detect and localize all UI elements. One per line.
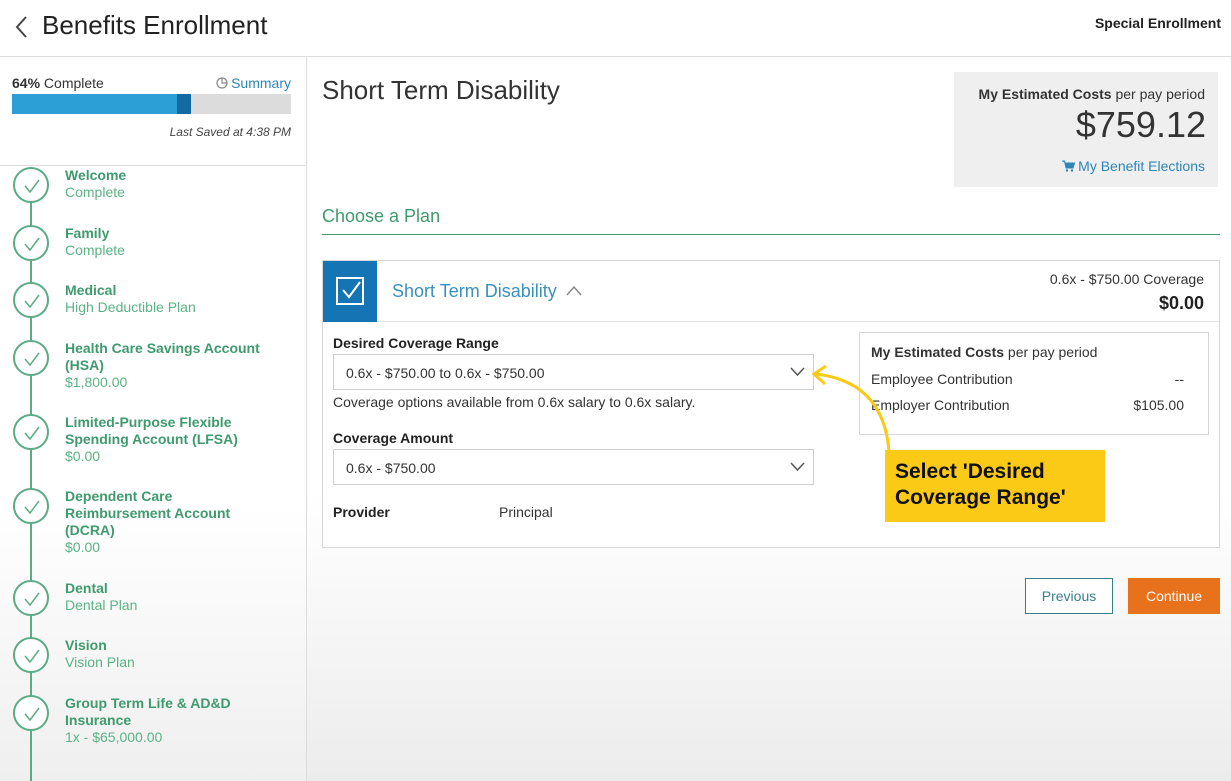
chevron-up-icon — [566, 285, 582, 296]
employee-contribution-row: Employee Contribution -- — [871, 371, 1184, 387]
coverage-range-label: Desired Coverage Range — [333, 335, 499, 351]
step-complete-icon — [13, 488, 49, 524]
step-title: Health Care Savings Account (HSA) $1,800.… — [65, 340, 280, 391]
progress-complete-label: Complete — [43, 75, 104, 91]
coverage-amount-value: 0.6x - $750.00 — [346, 460, 436, 476]
employer-contribution-value: $105.00 — [1133, 397, 1184, 413]
step-title-text: Dental — [65, 580, 108, 596]
pie-chart-icon — [216, 77, 228, 89]
plan-estimated-costs-title: My Estimated Costs per pay period — [871, 344, 1097, 360]
plan-coverage-summary: 0.6x - $750.00 Coverage — [1049, 271, 1204, 287]
summary-link[interactable]: Summary — [216, 75, 291, 91]
step-complete-icon — [13, 414, 49, 450]
coverage-range-value: 0.6x - $750.00 to 0.6x - $750.00 — [346, 365, 545, 381]
enrollment-mode: Special Enrollment — [1094, 15, 1221, 31]
step-title-text: Group Term Life & AD&D Insurance — [65, 695, 231, 728]
coverage-range-hint: Coverage options available from 0.6x sal… — [333, 394, 696, 410]
step-status: Complete — [65, 242, 125, 258]
plan-estimated-costs-title-rest: per pay period — [1004, 344, 1098, 360]
step-complete-icon — [13, 340, 49, 376]
estimated-costs-panel: My Estimated Costs per pay period $759.1… — [954, 72, 1218, 187]
step-title: Family Complete — [65, 225, 280, 259]
last-saved: Last Saved at 4:38 PM — [169, 125, 291, 139]
step-status: $0.00 — [65, 448, 101, 464]
step-status: Complete — [65, 184, 125, 200]
step-title: Vision Vision Plan — [65, 637, 280, 671]
app-header: Benefits Enrollment Special Enrollment — [0, 0, 1231, 57]
employer-contribution-row: Employer Contribution $105.00 — [871, 397, 1184, 413]
plan-name: Short Term Disability — [392, 281, 557, 301]
plan-price: $0.00 — [1158, 293, 1204, 313]
step-title-text: Welcome — [65, 167, 127, 183]
step-status: Dental Plan — [65, 597, 138, 613]
benefit-elections-link[interactable]: My Benefit Elections — [1062, 158, 1205, 174]
choose-plan-heading: Choose a Plan — [322, 206, 441, 226]
employee-contribution-value: -- — [1174, 371, 1184, 387]
benefit-elections-label: My Benefit Elections — [1078, 158, 1205, 174]
progress-bar — [12, 94, 291, 114]
check-icon — [342, 281, 361, 299]
step-title-text: Dependent Care Reimbursement Account (DC… — [65, 488, 231, 538]
progress-panel: 64% Complete Summary Last Saved at 4:38 … — [0, 57, 306, 166]
step-title: Welcome Complete — [65, 167, 280, 201]
chevron-down-icon — [790, 462, 805, 472]
progress-bar-fill — [12, 94, 191, 114]
progress-percent-value: 64% — [12, 75, 41, 91]
chevron-down-icon — [790, 367, 805, 377]
provider-label: Provider — [333, 504, 390, 520]
main-content: Short Term Disability My Estimated Costs… — [307, 57, 1231, 781]
continue-button[interactable]: Continue — [1128, 578, 1220, 614]
step-title-text: Vision — [65, 637, 107, 653]
estimated-costs-label: My Estimated Costs per pay period — [979, 86, 1205, 102]
callout-line-2: Coverage Range' — [895, 486, 1066, 509]
step-status: $0.00 — [65, 539, 101, 555]
tutorial-callout: Select 'Desired Coverage Range' — [885, 450, 1105, 522]
callout-arrow — [811, 364, 891, 453]
coverage-range-select[interactable]: 0.6x - $750.00 to 0.6x - $750.00 — [333, 354, 814, 390]
plan-name-toggle[interactable]: Short Term Disability — [392, 281, 583, 302]
coverage-amount-select[interactable]: 0.6x - $750.00 — [333, 449, 814, 485]
page-title: Short Term Disability — [322, 75, 560, 105]
plan-estimated-costs: My Estimated Costs per pay period Employ… — [859, 332, 1209, 435]
heading-divider — [322, 234, 1220, 235]
progress-percent: 64% Complete — [12, 75, 104, 91]
step-title-text: Medical — [65, 282, 117, 298]
step-status: High Deductible Plan — [65, 299, 196, 315]
plan-estimated-costs-title-bold: My Estimated Costs — [871, 344, 1005, 360]
step-title: Medical High Deductible Plan — [65, 282, 280, 316]
step-complete-icon — [13, 695, 49, 731]
estimated-costs-label-rest: per pay period — [1111, 86, 1205, 102]
step-complete-icon — [13, 282, 49, 318]
step-title: Dental Dental Plan — [65, 580, 280, 614]
callout-text: Select 'Desired Coverage Range' — [895, 459, 1066, 511]
progress-bar-marker — [177, 94, 191, 114]
chevron-left-icon[interactable] — [12, 14, 32, 40]
coverage-amount-label: Coverage Amount — [333, 430, 454, 446]
step-status: 1x - $65,000.00 — [65, 729, 163, 745]
step-status: Vision Plan — [65, 654, 135, 670]
step-title: Limited-Purpose Flexible Spending Accoun… — [65, 414, 280, 465]
cart-icon — [1062, 160, 1076, 172]
step-complete-icon — [13, 225, 49, 261]
plan-select-checkbox[interactable] — [323, 261, 377, 322]
estimated-costs-label-bold: My Estimated Costs — [978, 86, 1112, 102]
step-complete-icon — [13, 637, 49, 673]
step-status: $1,800.00 — [65, 374, 128, 390]
step-title-text: Family — [65, 225, 110, 241]
step-title: Group Term Life & AD&D Insurance 1x - $65… — [65, 695, 280, 746]
app-title: Benefits Enrollment — [42, 10, 268, 40]
provider-value: Principal — [499, 504, 553, 520]
step-title-text: Limited-Purpose Flexible Spending Accoun… — [65, 414, 238, 447]
summary-label: Summary — [231, 75, 291, 91]
callout-line-1: Select 'Desired — [895, 460, 1045, 483]
step-title-text: Health Care Savings Account (HSA) — [65, 340, 260, 373]
plan-card-header: Short Term Disability 0.6x - $750.00 Cov… — [323, 261, 1219, 322]
step-title: Dependent Care Reimbursement Account (DC… — [65, 488, 280, 556]
sidebar: 64% Complete Summary Last Saved at 4:38 … — [0, 57, 307, 781]
previous-button[interactable]: Previous — [1025, 578, 1113, 614]
estimated-costs-amount: $759.12 — [1075, 104, 1206, 145]
step-complete-icon — [13, 167, 49, 203]
step-complete-icon — [13, 580, 49, 616]
